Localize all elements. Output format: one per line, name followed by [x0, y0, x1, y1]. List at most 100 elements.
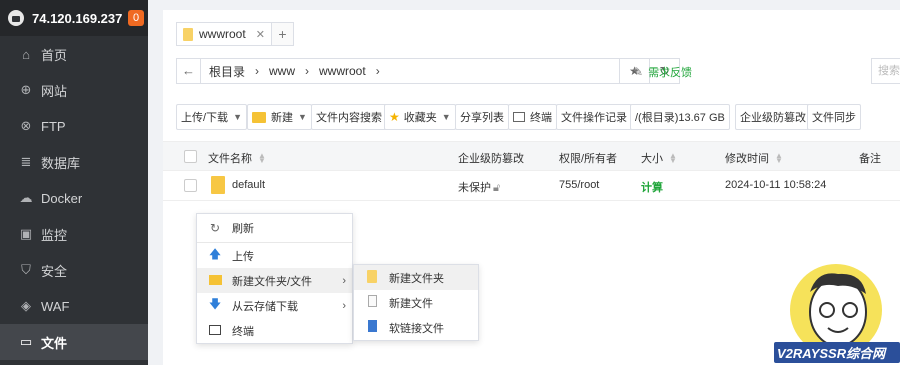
new-folder-icon	[208, 274, 222, 288]
column-size[interactable]: 大小 ▲ ▼	[641, 150, 677, 166]
server-header: 74.120.169.237 0	[0, 0, 148, 36]
sidebar-item-label: 文件	[41, 335, 68, 351]
folder-icon	[211, 176, 225, 194]
menu-item-label: 从云存储下载	[232, 300, 298, 313]
share-list-label: 分享列表	[460, 112, 504, 124]
link-file-icon	[365, 320, 379, 335]
tamper-label: 企业级防篡改	[740, 112, 806, 124]
menu-item-label: 上传	[232, 250, 254, 263]
sidebar-item-ftp[interactable]: ⊗ FTP	[0, 108, 148, 144]
submenu-item-label: 软链接文件	[389, 322, 444, 335]
column-name[interactable]: 文件名称 ▲ ▼	[208, 150, 266, 166]
size-calculate-link[interactable]: 计算	[641, 179, 663, 195]
watermark-text: V2RAYSSR综合网	[774, 342, 900, 363]
submenu-item-label: 新建文件	[389, 297, 433, 310]
file-name[interactable]: default	[232, 179, 265, 191]
sidebar-item-label: 首页	[41, 47, 68, 63]
monitor-icon: ▣	[19, 226, 33, 241]
home-icon: ⌂	[22, 46, 30, 62]
file-icon	[365, 295, 379, 310]
breadcrumb-root[interactable]: 根目录	[209, 63, 245, 80]
submenu-item-symlink[interactable]: 软链接文件	[354, 315, 478, 340]
sort-icon[interactable]: ▲ ▼	[775, 152, 783, 165]
menu-item-label: 新建文件夹/文件	[232, 275, 313, 288]
new-label: 新建	[271, 112, 293, 124]
column-perm-label: 权限/所有者	[559, 153, 618, 165]
content-search-button[interactable]: 文件内容搜索	[311, 104, 387, 130]
sidebar-item-files[interactable]: ▭ 文件	[0, 324, 148, 360]
feedback-link[interactable]: ✎ 需求反馈	[633, 64, 692, 80]
sidebar-item-label: FTP	[41, 118, 66, 134]
back-arrow-icon[interactable]: ←	[177, 59, 201, 83]
add-tab-button[interactable]: +	[271, 22, 294, 46]
terminal-button[interactable]: 终端	[508, 104, 557, 130]
docker-icon: ☁	[19, 190, 33, 205]
sort-icon[interactable]: ▲ ▼	[258, 152, 266, 165]
star-icon: ★	[389, 110, 400, 124]
folder-icon	[183, 27, 193, 41]
new-button[interactable]: 新建 ▼	[247, 104, 312, 130]
download-arrow-icon: 🡇	[208, 297, 222, 311]
menu-item-new[interactable]: 新建文件夹/文件 ›	[197, 268, 352, 293]
submenu-item-new-folder[interactable]: 新建文件夹	[354, 265, 478, 290]
file-sync-button[interactable]: 文件同步	[807, 104, 861, 130]
context-menu: ↻ 刷新 🡅 上传 新建文件夹/文件 › 🡇 从云存储下载 › 终端	[196, 213, 353, 344]
new-submenu: 新建文件夹 新建文件 软链接文件	[353, 264, 479, 341]
globe-icon: ⊕	[20, 82, 32, 97]
permission-owner[interactable]: 755/root	[559, 179, 599, 191]
sidebar-item-label: 数据库	[41, 155, 81, 171]
sidebar-item-database[interactable]: ≣ 数据库	[0, 144, 148, 180]
breadcrumb-www[interactable]: www	[269, 64, 295, 78]
submenu-item-new-file[interactable]: 新建文件	[354, 290, 478, 315]
tab-label: wwwroot	[199, 27, 246, 41]
close-icon[interactable]: ✕	[256, 28, 265, 41]
sidebar-item-security[interactable]: ⛉ 安全	[0, 252, 148, 288]
chevron-right-icon: ›	[342, 274, 346, 287]
menu-item-label: 刷新	[232, 223, 254, 235]
search-input[interactable]: 搜索	[871, 58, 900, 84]
share-list-button[interactable]: 分享列表	[455, 104, 509, 130]
sort-icon[interactable]: ▲ ▼	[669, 152, 677, 165]
chevron-right-icon: ›	[342, 299, 346, 312]
sidebar-item-website[interactable]: ⊕ 网站	[0, 72, 148, 108]
table-row[interactable]: default 未保护 🔓︎ 755/root 计算 2024-10-11 10:…	[163, 171, 900, 201]
menu-item-cloud-download[interactable]: 🡇 从云存储下载 ›	[197, 293, 352, 318]
menu-item-label: 终端	[232, 325, 254, 338]
sidebar-item-label: 安全	[41, 263, 68, 279]
sidebar-item-docker[interactable]: ☁ Docker	[0, 180, 148, 216]
column-size-label: 大小	[641, 153, 663, 165]
sidebar-item-home[interactable]: ⌂ 首页	[0, 36, 148, 72]
row-checkbox[interactable]	[184, 179, 197, 192]
upload-download-button[interactable]: 上传/下载 ▼	[176, 104, 247, 130]
folder-icon: ▭	[19, 334, 33, 349]
menu-item-terminal[interactable]: 终端	[197, 318, 352, 343]
menu-item-upload[interactable]: 🡅 上传	[197, 243, 352, 268]
tamper-status[interactable]: 未保护 🔓︎	[458, 179, 500, 195]
tamper-protection-button[interactable]: 企业级防篡改	[735, 104, 811, 130]
column-permission: 权限/所有者	[559, 150, 617, 166]
sidebar-item-label: Docker	[41, 190, 83, 206]
menu-item-refresh[interactable]: ↻ 刷新	[197, 214, 352, 243]
notification-badge[interactable]: 0	[128, 10, 144, 26]
favorites-button[interactable]: ★ 收藏夹 ▼	[384, 104, 456, 130]
sidebar-item-monitor[interactable]: ▣ 监控	[0, 216, 148, 252]
lock-icon: 🔓︎	[493, 182, 501, 194]
column-mtime[interactable]: 修改时间 ▲ ▼	[725, 150, 783, 166]
breadcrumb: 根目录 › www › wwwroot ›	[201, 63, 390, 80]
disk-usage-button[interactable]: /(根目录)13.67 GB	[630, 104, 730, 130]
ftp-icon: ⊗	[20, 118, 32, 133]
tamper-status-label: 未保护	[458, 182, 491, 194]
chevron-down-icon: ▼	[233, 112, 242, 122]
feedback-label: 需求反馈	[648, 67, 693, 79]
path-bar[interactable]: ← 根目录 › www › wwwroot ›	[176, 58, 620, 84]
breadcrumb-wwwroot[interactable]: wwwroot	[319, 64, 366, 78]
tab-wwwroot[interactable]: wwwroot ✕	[176, 22, 272, 46]
submenu-item-label: 新建文件夹	[389, 272, 444, 285]
column-name-label: 文件名称	[208, 153, 252, 165]
chevron-right-icon: ›	[305, 64, 310, 78]
waf-icon: ◈	[21, 298, 31, 313]
column-tamper-label: 企业级防篡改	[458, 153, 524, 165]
file-ops-log-button[interactable]: 文件操作记录	[556, 104, 632, 130]
sidebar-item-waf[interactable]: ◈ WAF	[0, 288, 148, 324]
select-all-checkbox[interactable]	[184, 150, 197, 163]
